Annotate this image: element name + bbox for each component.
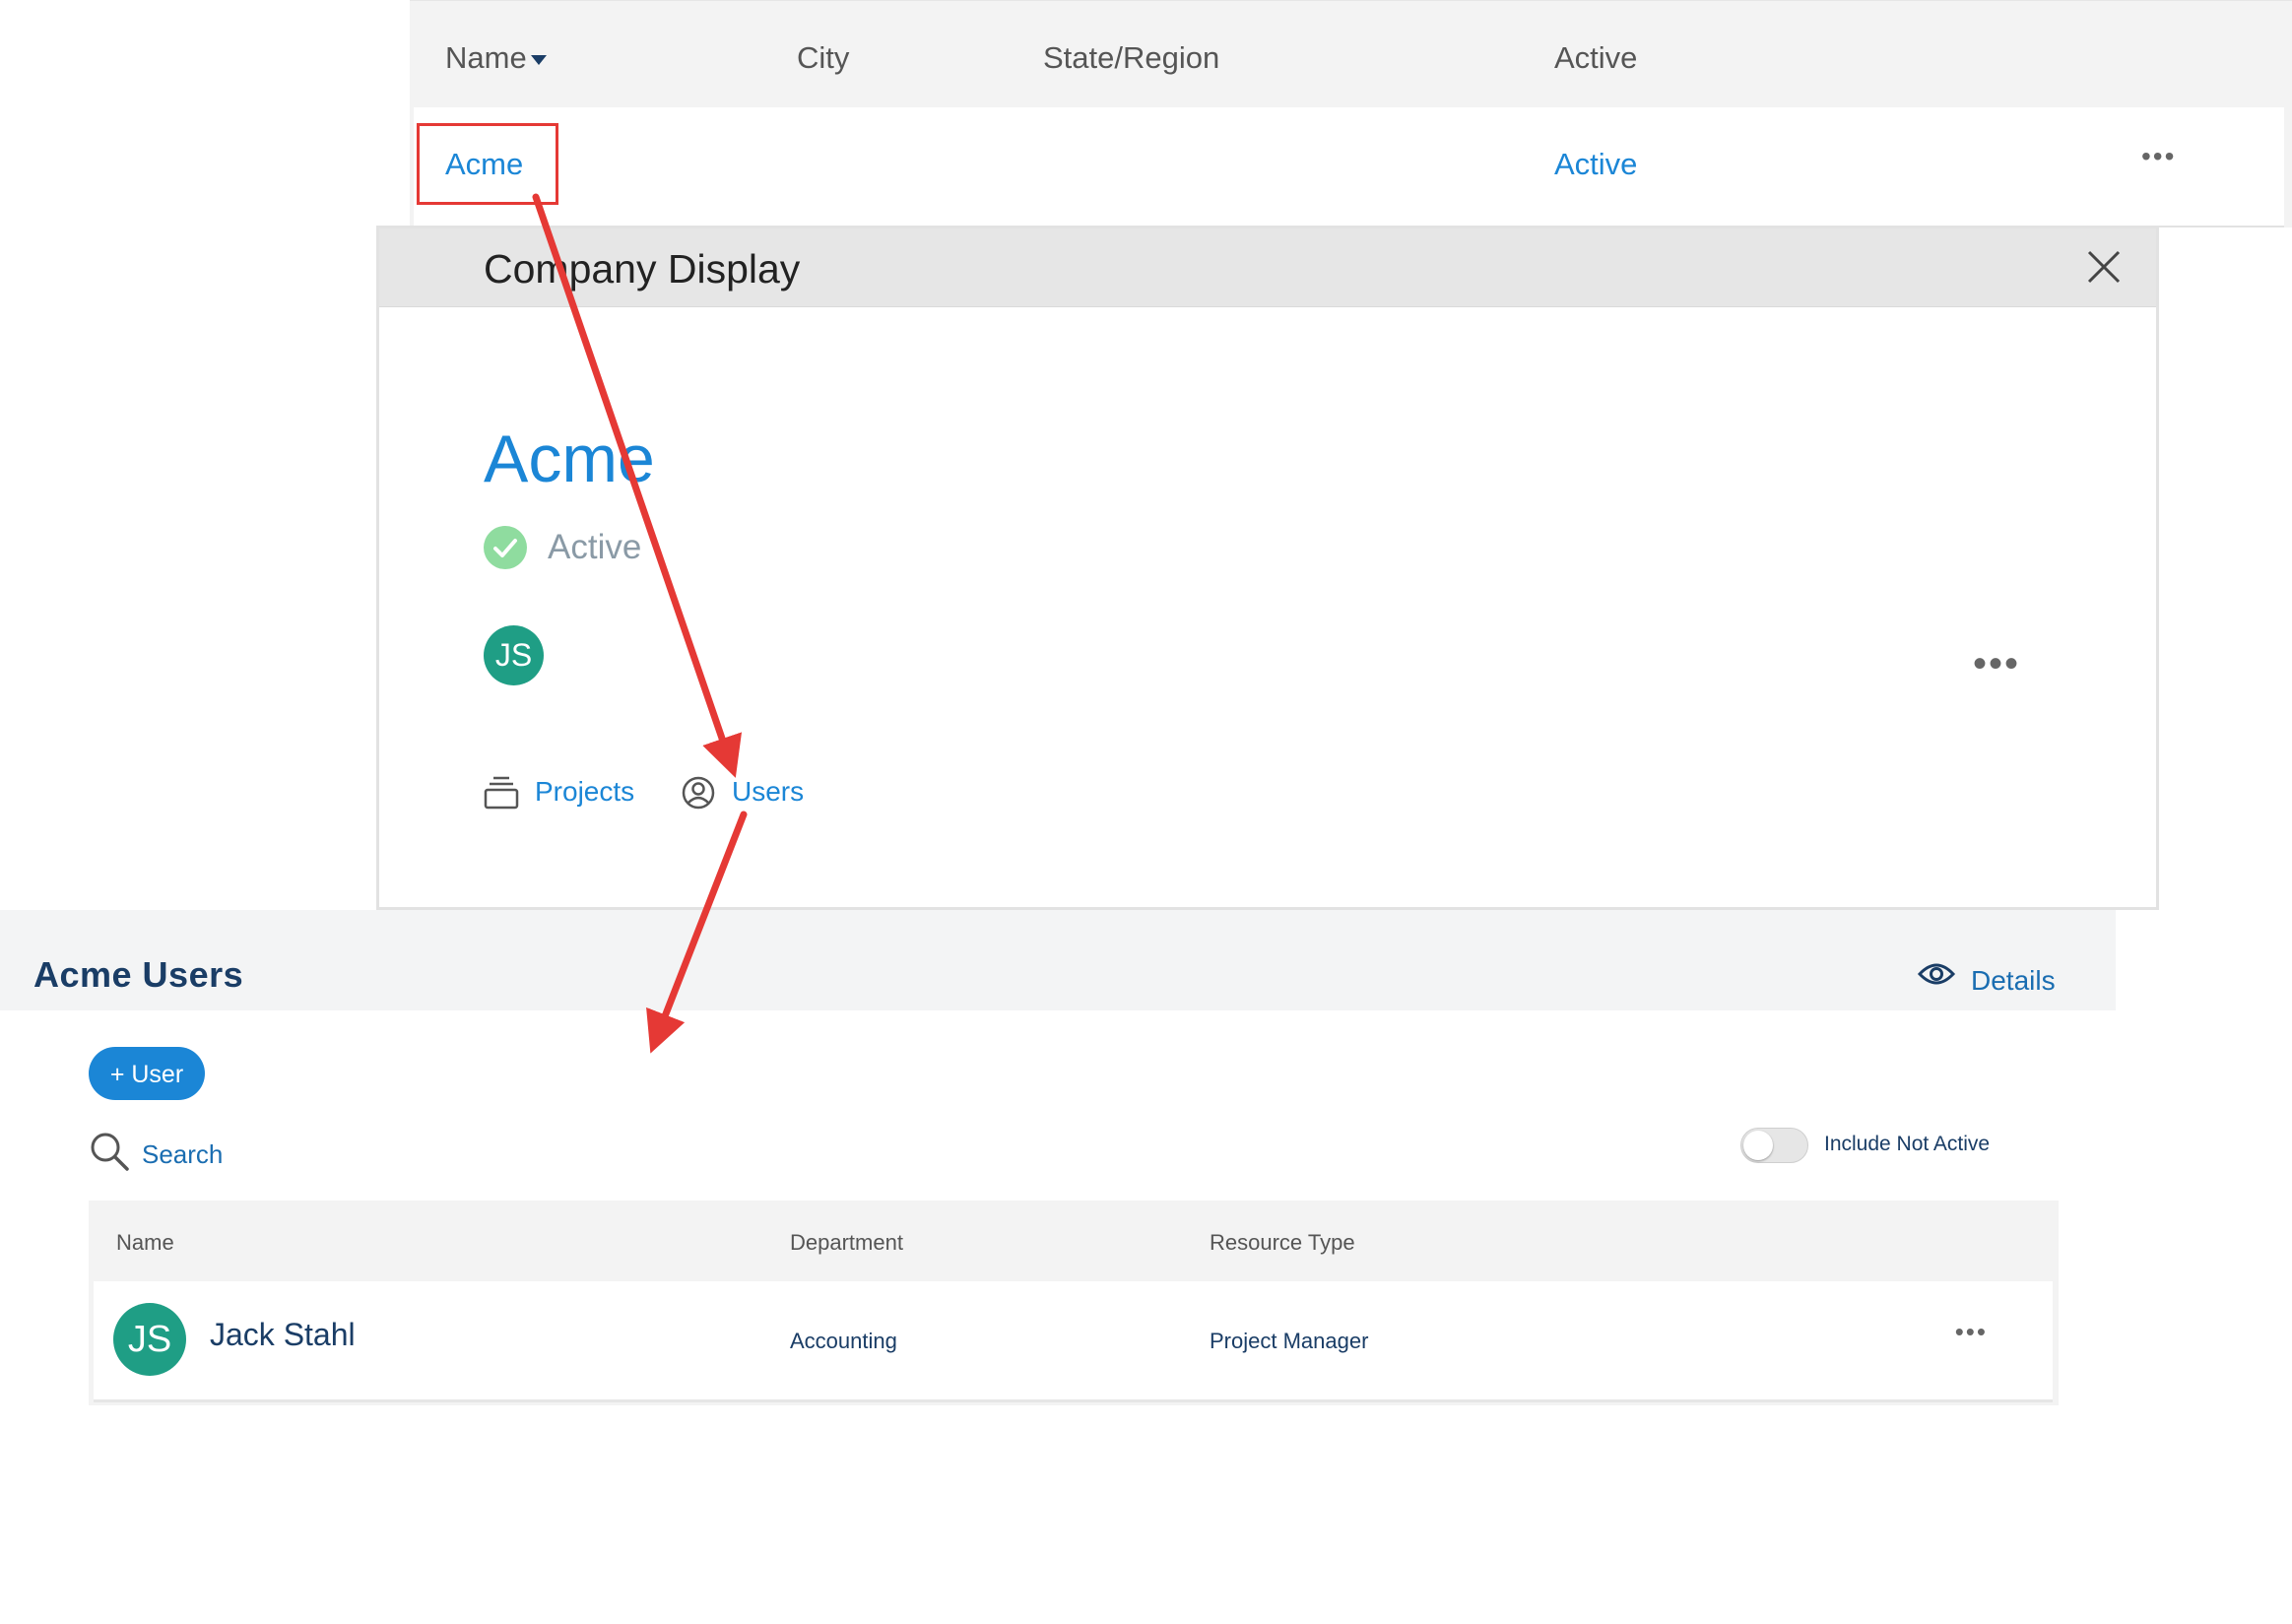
table-row[interactable]: JS Jack Stahl Accounting Project Manager… bbox=[94, 1281, 2053, 1402]
column-header-name[interactable]: Name bbox=[445, 40, 547, 76]
toggle-knob bbox=[1743, 1131, 1773, 1160]
avatar[interactable]: JS bbox=[484, 625, 544, 685]
company-status: Active bbox=[548, 528, 642, 566]
dialog-title: Company Display bbox=[484, 246, 801, 292]
eye-icon bbox=[1917, 963, 1956, 985]
company-active-status: Active bbox=[1554, 147, 1638, 181]
column-header-department[interactable]: Department bbox=[790, 1230, 903, 1256]
add-user-button[interactable]: + User bbox=[89, 1047, 205, 1100]
row-more-icon[interactable]: ••• bbox=[1955, 1317, 1988, 1347]
user-department: Accounting bbox=[790, 1329, 897, 1353]
company-more-icon[interactable]: ••• bbox=[1973, 642, 2020, 686]
table-row: Acme Active ••• bbox=[414, 107, 2284, 227]
row-more-icon[interactable]: ••• bbox=[2141, 141, 2176, 172]
column-header-state-region[interactable]: State/Region bbox=[1043, 40, 1219, 76]
company-display-dialog: Company Display Acme ••• Active JS Proje… bbox=[376, 226, 2159, 910]
column-header-city[interactable]: City bbox=[797, 40, 849, 76]
check-circle-icon bbox=[484, 526, 527, 569]
dialog-header: Company Display bbox=[379, 228, 2156, 307]
column-header-active[interactable]: Active bbox=[1554, 40, 1637, 76]
user-name[interactable]: Jack Stahl bbox=[210, 1317, 356, 1353]
column-header-resource-type[interactable]: Resource Type bbox=[1210, 1230, 1355, 1256]
sort-caret-icon bbox=[530, 54, 547, 65]
users-panel-header: Acme Users Details bbox=[0, 910, 2116, 1010]
page-title: Acme Users bbox=[33, 954, 244, 995]
include-not-active-toggle[interactable] bbox=[1740, 1128, 1808, 1163]
users-table: Name Department Resource Type JS Jack St… bbox=[89, 1201, 2059, 1405]
avatar: JS bbox=[113, 1303, 186, 1376]
highlight-box bbox=[417, 123, 558, 205]
column-header-name[interactable]: Name bbox=[116, 1230, 174, 1256]
user-circle-icon bbox=[682, 776, 715, 810]
toggle-label: Include Not Active bbox=[1824, 1133, 1991, 1155]
user-resource-type: Project Manager bbox=[1210, 1329, 1369, 1353]
stack-icon bbox=[484, 776, 519, 810]
close-icon[interactable] bbox=[2081, 244, 2127, 290]
search-placeholder: Search bbox=[142, 1139, 224, 1169]
companies-table: Name City State/Region Active Acme Activ… bbox=[410, 0, 2292, 227]
search-icon bbox=[91, 1133, 129, 1171]
company-name-heading: Acme bbox=[484, 422, 655, 496]
